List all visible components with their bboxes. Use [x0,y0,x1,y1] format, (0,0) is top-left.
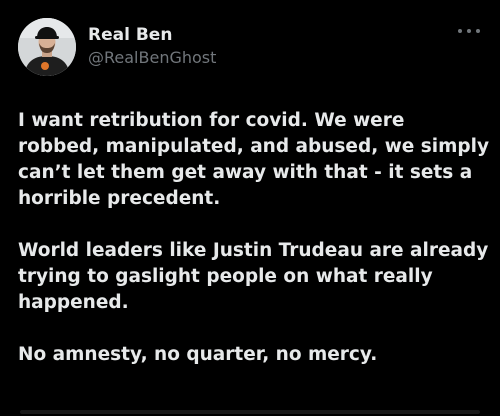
tweet-card: Real Ben @RealBenGhost I want retributio… [0,0,500,416]
more-dot [467,29,471,33]
bottom-divider [0,406,500,416]
display-name[interactable]: Real Ben [88,24,216,46]
tweet-paragraph: World leaders like Justin Trudeau are al… [18,240,489,313]
profile-photo-icon [18,18,76,76]
more-dot [476,29,480,33]
author-names: Real Ben @RealBenGhost [88,24,216,69]
tweet-header: Real Ben @RealBenGhost [18,18,484,80]
more-horizontal-icon[interactable] [458,24,480,38]
divider-line [20,410,480,414]
tweet-paragraph: I want retribution for covid. We were ro… [18,110,490,209]
tweet-text: I want retribution for covid. We were ro… [18,108,490,368]
more-dot [458,29,462,33]
user-handle[interactable]: @RealBenGhost [88,47,216,69]
tweet-paragraph: No amnesty, no quarter, no mercy. [18,344,378,365]
avatar[interactable] [18,18,76,76]
